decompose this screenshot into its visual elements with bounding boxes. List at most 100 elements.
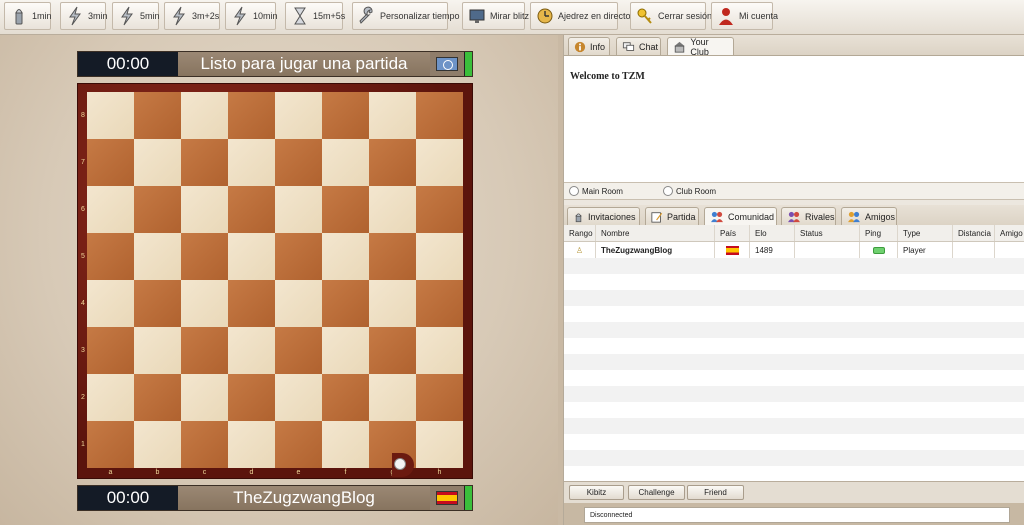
board-square-a6[interactable] <box>87 186 134 233</box>
board-square-h7[interactable] <box>416 139 463 186</box>
board-square-d1[interactable] <box>228 421 275 468</box>
board-square-f3[interactable] <box>322 327 369 374</box>
board-square-e1[interactable] <box>275 421 322 468</box>
board-square-h3[interactable] <box>416 327 463 374</box>
button-10min[interactable]: 10min <box>225 2 278 30</box>
board-square-f5[interactable] <box>322 233 369 280</box>
board-square-c7[interactable] <box>181 139 228 186</box>
button-ajedrez-en-directo[interactable]: Ajedrez en directo <box>530 2 631 30</box>
board-square-d7[interactable] <box>228 139 275 186</box>
board-square-e5[interactable] <box>275 233 322 280</box>
column-header-amigo[interactable]: Amigo <box>995 225 1024 241</box>
tab-rivales[interactable]: Rivales <box>781 207 836 225</box>
tab-invitaciones[interactable]: Invitaciones <box>567 207 640 225</box>
radio-club-room[interactable]: Club Room <box>663 186 716 196</box>
board-square-f4[interactable] <box>322 280 369 327</box>
board-square-f1[interactable] <box>322 421 369 468</box>
tab-partida[interactable]: Partida <box>645 207 699 225</box>
board-square-d6[interactable] <box>228 186 275 233</box>
tab-amigos[interactable]: Amigos <box>841 207 897 225</box>
tab-your-club[interactable]: Your Club <box>667 37 734 57</box>
board-square-c2[interactable] <box>181 374 228 421</box>
button-mirar-blitz[interactable]: Mirar blitz <box>462 2 529 30</box>
column-header-rango[interactable]: Rango <box>564 225 596 241</box>
button-1min[interactable]: 1min <box>4 2 52 30</box>
board-square-c4[interactable] <box>181 280 228 327</box>
board-square-a3[interactable] <box>87 327 134 374</box>
board-square-e8[interactable] <box>275 92 322 139</box>
board-square-h6[interactable] <box>416 186 463 233</box>
column-header-elo[interactable]: Elo <box>750 225 795 241</box>
board-square-h2[interactable] <box>416 374 463 421</box>
button-mi-cuenta[interactable]: Mi cuenta <box>711 2 778 30</box>
board-square-d5[interactable] <box>228 233 275 280</box>
board-square-a8[interactable] <box>87 92 134 139</box>
board-square-e7[interactable] <box>275 139 322 186</box>
board-square-f2[interactable] <box>322 374 369 421</box>
radio-circle[interactable] <box>663 186 673 196</box>
board-square-h8[interactable] <box>416 92 463 139</box>
board-square-e4[interactable] <box>275 280 322 327</box>
board-square-h1[interactable] <box>416 421 463 468</box>
board-square-b3[interactable] <box>134 327 181 374</box>
board-square-a4[interactable] <box>87 280 134 327</box>
column-header-distancia[interactable]: Distancia <box>953 225 995 241</box>
board-square-c1[interactable] <box>181 421 228 468</box>
board-square-b6[interactable] <box>134 186 181 233</box>
board-square-c5[interactable] <box>181 233 228 280</box>
friend-button[interactable]: Friend <box>687 485 744 500</box>
column-header-pais[interactable]: País <box>715 225 750 241</box>
button-15m5s[interactable]: 15m+5s <box>285 2 345 30</box>
button-5min[interactable]: 5min <box>112 2 160 30</box>
chess-board[interactable] <box>87 92 463 468</box>
board-square-e6[interactable] <box>275 186 322 233</box>
button-personalizar-tiempo[interactable]: Personalizar tiempo <box>352 2 460 30</box>
board-square-f6[interactable] <box>322 186 369 233</box>
board-square-b7[interactable] <box>134 139 181 186</box>
board-square-a1[interactable] <box>87 421 134 468</box>
button-cerrar-sesion[interactable]: Cerrar sesión <box>630 2 712 30</box>
board-square-f8[interactable] <box>322 92 369 139</box>
radio-main-room[interactable]: Main Room <box>569 186 623 196</box>
button-3min[interactable]: 3min <box>60 2 108 30</box>
board-square-c8[interactable] <box>181 92 228 139</box>
tab-info[interactable]: Info <box>568 37 610 55</box>
board-square-d8[interactable] <box>228 92 275 139</box>
board-square-g7[interactable] <box>369 139 416 186</box>
board-square-a2[interactable] <box>87 374 134 421</box>
board-square-g5[interactable] <box>369 233 416 280</box>
board-square-b5[interactable] <box>134 233 181 280</box>
challenge-button[interactable]: Challenge <box>628 485 685 500</box>
board-square-g6[interactable] <box>369 186 416 233</box>
board-square-c6[interactable] <box>181 186 228 233</box>
board-square-c3[interactable] <box>181 327 228 374</box>
column-header-nombre[interactable]: Nombre <box>596 225 715 241</box>
board-square-h4[interactable] <box>416 280 463 327</box>
table-row[interactable]: ♙ TheZugzwangBlog 1489 Player <box>564 242 1024 258</box>
button-3m2s[interactable]: 3m+2s <box>164 2 220 30</box>
kibitz-button[interactable]: Kibitz <box>569 485 624 500</box>
board-square-b4[interactable] <box>134 280 181 327</box>
board-square-b2[interactable] <box>134 374 181 421</box>
board-square-a5[interactable] <box>87 233 134 280</box>
board-square-h5[interactable] <box>416 233 463 280</box>
board-square-b8[interactable] <box>134 92 181 139</box>
radio-circle[interactable] <box>569 186 579 196</box>
board-square-g4[interactable] <box>369 280 416 327</box>
board-square-d2[interactable] <box>228 374 275 421</box>
board-square-e3[interactable] <box>275 327 322 374</box>
board-square-f7[interactable] <box>322 139 369 186</box>
board-square-d3[interactable] <box>228 327 275 374</box>
column-header-type[interactable]: Type <box>898 225 953 241</box>
column-header-ping[interactable]: Ping <box>860 225 898 241</box>
column-header-status[interactable]: Status <box>795 225 860 241</box>
tab-comunidad[interactable]: Comunidad <box>704 207 777 225</box>
board-square-a7[interactable] <box>87 139 134 186</box>
board-square-e2[interactable] <box>275 374 322 421</box>
board-square-g2[interactable] <box>369 374 416 421</box>
board-square-g3[interactable] <box>369 327 416 374</box>
board-square-d4[interactable] <box>228 280 275 327</box>
board-square-b1[interactable] <box>134 421 181 468</box>
tab-chat[interactable]: Chat <box>616 37 661 55</box>
board-square-g8[interactable] <box>369 92 416 139</box>
